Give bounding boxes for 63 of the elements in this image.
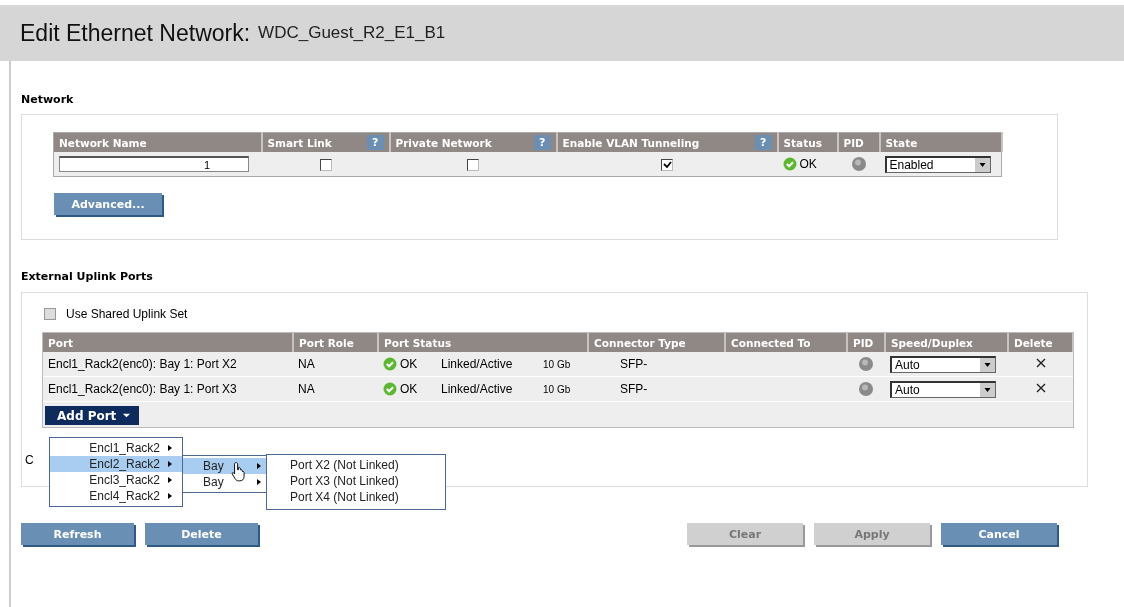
speed-dropdown[interactable]: Auto [890,380,996,398]
column-header: Network Name [53,132,262,152]
column-header: Status [777,132,838,152]
checkbox-label: Use Shared Uplink Set [66,307,188,321]
table-cell: 10 Gb [538,376,588,402]
column-header: PID [847,333,885,352]
table-cell: SFP- [588,352,725,377]
delete-icon[interactable] [1034,356,1047,369]
column-header: Delete [1008,333,1073,352]
menu-item[interactable]: Encl4_Rack2 [50,488,182,504]
pid-light-icon[interactable] [850,156,867,172]
pid-light-icon[interactable] [858,381,874,397]
page-title: Edit Ethernet Network: [20,19,251,47]
column-header: Private Network ? [389,132,557,152]
table-cell: Encl1_Rack2(enc0): Bay 1: Port X3 [43,376,293,402]
delete-icon[interactable] [1034,381,1047,394]
column-header: Port Status [378,333,588,352]
status-text: OK [400,382,418,396]
caret-icon [980,382,995,397]
hand-cursor-icon [231,461,248,482]
section-heading: External Uplink Ports [21,269,154,285]
column-header: Port [43,333,293,352]
column-header: Speed/Duplex [885,333,1008,352]
column-header: PID [837,132,880,152]
network-name-title: WDC_Guest_R2_E1_B1 [258,23,446,43]
pid-light-icon[interactable] [858,356,874,372]
checkbox[interactable] [467,158,479,171]
add-port-button[interactable]: Add Port [45,406,140,425]
check-circle-icon [383,382,397,396]
table-cell: Encl1_Rack2(enc0): Bay 1: Port X2 [43,352,293,377]
table-cell: Linked/Active [436,352,538,377]
checkbox[interactable] [319,158,332,171]
state-dropdown[interactable]: Enabled [884,155,991,173]
column-header: Smart Link ? [261,132,390,152]
menu-item[interactable]: Encl2_Rack2 [50,456,182,472]
caret-icon [122,411,132,420]
table-cell: NA [293,376,378,402]
checkbox[interactable] [661,158,673,171]
caret-icon [974,157,990,172]
column-header: State [879,132,1002,152]
menu-item[interactable]: Port X3 (Not Linked) [267,474,445,490]
status-text: OK [400,357,418,371]
table-cell: 10 Gb [538,352,588,377]
column-header: Port Role [293,333,378,352]
menu-item[interactable]: Port X2 (Not Linked) [267,458,445,474]
check-circle-icon [782,157,797,171]
column-header: Enable VLAN Tunneling ? [556,132,778,152]
speed-dropdown[interactable]: Auto [890,355,996,373]
table-cell: NA [293,352,378,377]
menu-item[interactable]: Bay [183,474,269,490]
menu-item[interactable]: Encl3_Rack2 [50,472,182,488]
status-text: OK [799,157,817,171]
table-cell: Linked/Active [436,376,538,402]
network-name-field[interactable]: 1 [59,156,249,172]
section-heading: Network [21,92,75,108]
partial-text: C [25,453,34,467]
caret-icon [980,357,995,372]
column-header: Connected To [725,333,847,352]
check-circle-icon [383,357,397,371]
menu-item[interactable]: Port X4 (Not Linked) [267,490,445,506]
column-header: Connector Type [588,333,725,352]
menu-item[interactable]: Encl1_Rack2 [50,440,182,456]
table-cell: SFP- [588,376,725,402]
